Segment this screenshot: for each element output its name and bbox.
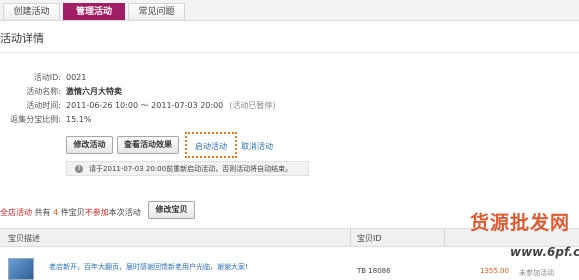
section-title: 活动详情: [0, 32, 44, 45]
summary-text-3: 本次活动: [108, 208, 141, 217]
column-divider: [350, 229, 351, 246]
modify-items-button[interactable]: 修改宝贝: [148, 201, 195, 219]
tab-manage-activity[interactable]: 管理活动: [63, 3, 125, 20]
info-icon: !: [75, 165, 83, 173]
cancel-activity-link[interactable]: 取消活动: [241, 141, 273, 152]
watermark-text: 货源批发网: [470, 212, 571, 234]
col-description-header: 宝贝描述: [8, 234, 40, 243]
items-summary: 全店活动 共有 4 件宝贝不参加本次活动: [0, 207, 141, 218]
detail-time-value: 2011-06-26 10:00 ～ 2011-07-03 20:00: [66, 101, 224, 110]
col-id-header: 宝贝ID: [357, 234, 382, 243]
notice-box: ! 请于2011-07-03 20:00前重新启动活动，否则活动将自动结束。: [66, 161, 309, 176]
item-thumbnail[interactable]: [8, 258, 34, 280]
modify-activity-button[interactable]: 修改活动: [66, 136, 113, 154]
detail-id-value: 0021: [66, 73, 87, 82]
detail-ratio-row: 返集分宝比例: 15.1%: [0, 113, 579, 126]
item-title-link[interactable]: 老店新开，百年大翻页，届时感谢回馈新老用户光临，谢谢大家!: [49, 262, 248, 272]
exclude-label: 不参加: [84, 208, 109, 217]
detail-time-row: 活动时间: 2011-06-26 10:00 ～ 2011-07-03 20:0…: [0, 99, 579, 112]
tab-faq[interactable]: 常见问题: [128, 3, 185, 20]
tab-bar: 创建活动 管理活动 常见问题: [0, 0, 579, 21]
watermark-url: www.6pf.cn: [510, 245, 579, 259]
item-price: 1355.00: [480, 267, 509, 275]
summary-text-1: 共有: [34, 208, 51, 217]
item-id: TB 18086: [357, 267, 391, 275]
view-effect-button[interactable]: 查看活动效果: [117, 136, 179, 154]
detail-name-row: 活动名称: 激情六月大特卖: [0, 85, 579, 98]
detail-name-label: 活动名称:: [26, 87, 61, 96]
notice-text: 请于2011-07-03 20:00前重新启动活动，否则活动将自动结束。: [89, 165, 293, 173]
detail-ratio-label: 返集分宝比例:: [10, 115, 61, 124]
detail-time-label: 活动时间:: [26, 101, 61, 110]
item-count: 4: [53, 208, 59, 217]
detail-ratio-value: 15.1%: [66, 115, 92, 124]
start-activity-link[interactable]: 启动活动: [195, 141, 227, 152]
detail-time-value-wrap: 2011-06-26 10:00 ～ 2011-07-03 20:00 (活动已暂…: [66, 99, 276, 112]
detail-id-label: 活动ID:: [33, 73, 61, 82]
item-status: 未参加活动: [519, 269, 554, 277]
detail-id-row: 活动ID: 0021: [0, 71, 579, 84]
activity-status: (活动已暂停): [229, 101, 276, 110]
detail-name-value: 激情六月大特卖: [66, 87, 122, 96]
section-divider: [0, 52, 579, 53]
column-divider: [444, 229, 445, 246]
tab-create-activity[interactable]: 创建活动: [3, 3, 60, 20]
summary-text-2: 件宝贝: [60, 208, 85, 217]
scope-label: 全店活动: [0, 208, 32, 217]
